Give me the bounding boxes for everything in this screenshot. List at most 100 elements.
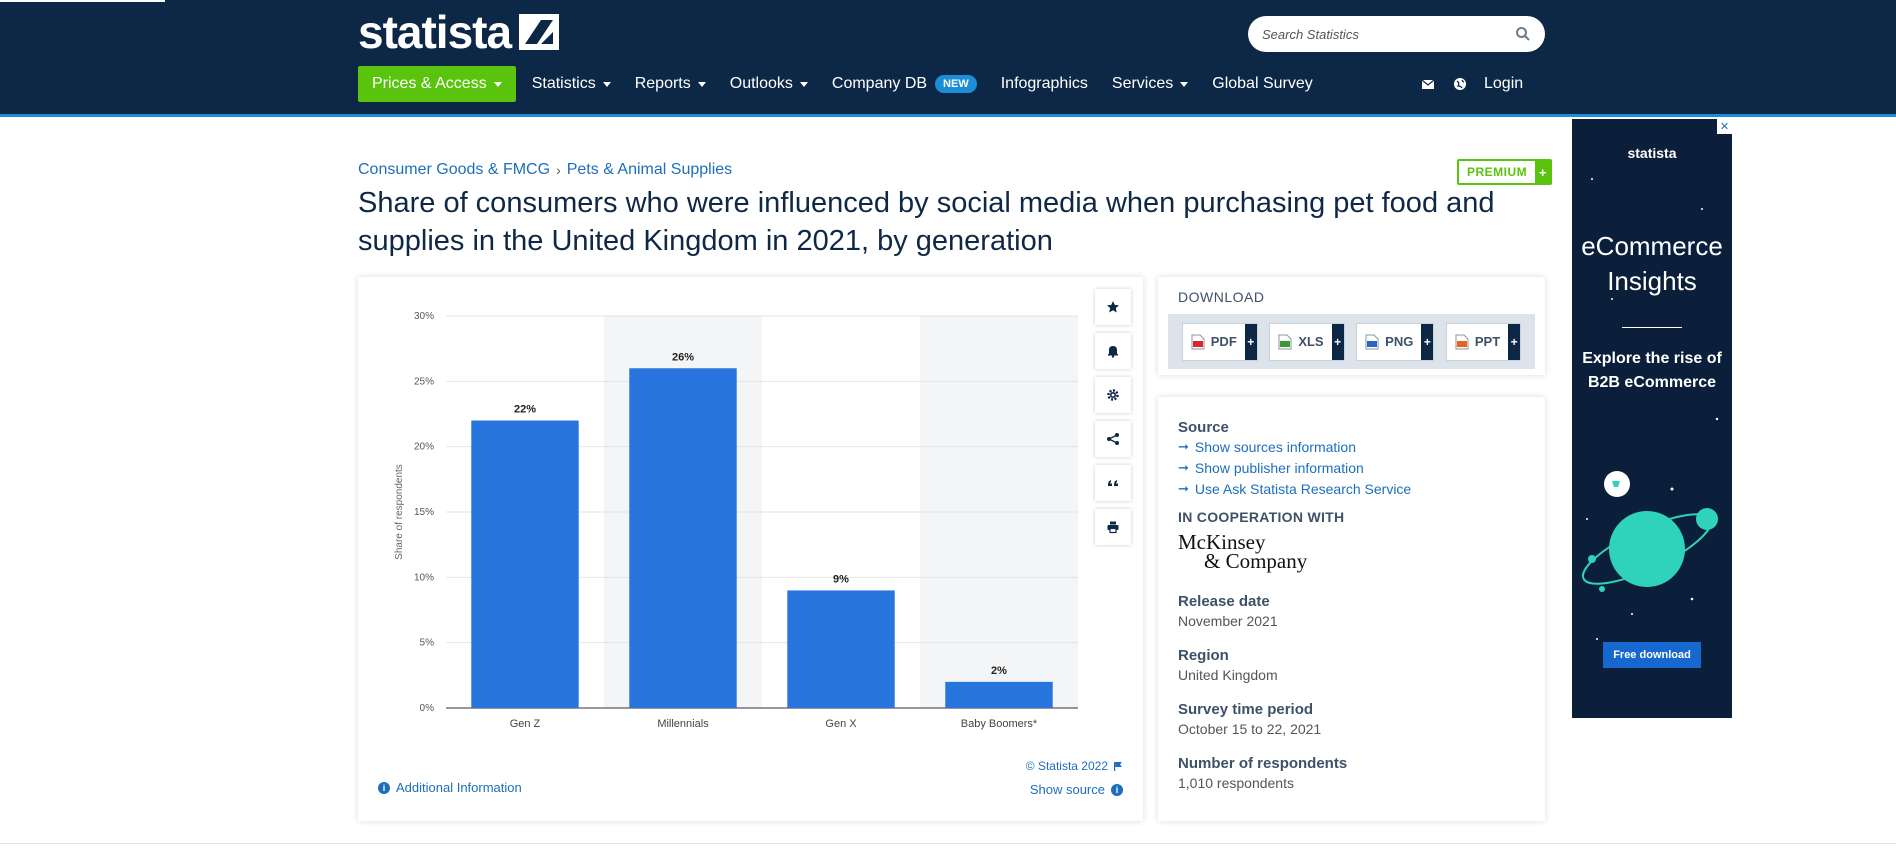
star-icon	[1107, 301, 1119, 313]
quote-icon	[1108, 480, 1118, 486]
premium-badge[interactable]: PREMIUM +	[1457, 159, 1553, 185]
xls-file-icon	[1278, 334, 1292, 349]
bar-millennials	[629, 368, 737, 708]
search-input[interactable]	[1262, 26, 1515, 42]
respondents-value: 1,010 respondents	[1178, 775, 1294, 791]
additional-information-link[interactable]: i Additional Information	[378, 780, 522, 795]
info-icon: i	[1111, 783, 1123, 796]
premium-label: PREMIUM	[1467, 165, 1528, 179]
nav-item-label: Company DB	[831, 75, 928, 92]
statistic-info-card: Source ➞ Show sources information ➞ Show p…	[1158, 397, 1545, 821]
advertisement-banner[interactable]: ✕ statista eCommerce Insights Explore th…	[1572, 119, 1732, 718]
share-icon	[1107, 433, 1119, 445]
search-box[interactable]	[1248, 16, 1545, 52]
nav-item-outlooks[interactable]: Outlooks	[718, 66, 820, 102]
bar-gen-x	[787, 590, 895, 708]
ad-close-icon[interactable]: ✕	[1717, 119, 1732, 134]
nav-item-label: Statistics	[531, 75, 596, 92]
download-pdf-button[interactable]: PDF +	[1181, 322, 1258, 361]
print-button[interactable]	[1095, 509, 1131, 545]
nav-item-prices-access[interactable]: Prices & Access	[358, 66, 516, 102]
share-button[interactable]	[1095, 421, 1131, 457]
respondents-label: Number of respondents	[1178, 755, 1348, 772]
region-label: Region	[1178, 647, 1229, 664]
notification-button[interactable]	[1095, 333, 1131, 369]
copyright-text: © Statista 2022	[1025, 759, 1108, 773]
download-label-wrap: PNG	[1357, 324, 1421, 360]
y-tick-label: 25%	[414, 376, 434, 387]
logo-text: statista	[358, 6, 512, 58]
nav-item-label: Global Survey	[1212, 75, 1313, 92]
source-heading: Source	[1178, 419, 1229, 436]
ad-headline-line-1: eCommerce	[1581, 231, 1723, 261]
y-axis-label: Share of respondents	[394, 464, 405, 560]
show-publisher-link[interactable]: ➞ Show publisher information	[1178, 460, 1508, 476]
info-icon: i	[378, 781, 390, 794]
ad-background-art	[1581, 178, 1719, 640]
plus-icon: +	[1421, 323, 1434, 360]
favorite-button[interactable]	[1095, 289, 1131, 325]
statista-logo-icon	[519, 14, 560, 50]
pdf-file-icon	[1191, 334, 1205, 349]
y-tick-label: 0%	[420, 703, 435, 714]
top-navbar: statista Prices & Access Statistics Report…	[0, 0, 1896, 117]
x-tick-label: Baby Boomers*	[961, 718, 1038, 730]
download-card: DOWNLOAD PDF + XLS + PNG + PPT +	[1158, 277, 1545, 375]
ask-statista-link[interactable]: ➞ Use Ask Statista Research Service	[1178, 481, 1508, 497]
show-source-link[interactable]: Show source i	[1030, 782, 1123, 797]
footer-divider	[0, 843, 1896, 844]
download-ppt-button[interactable]: PPT +	[1445, 322, 1522, 361]
globe-icon[interactable]	[1452, 76, 1468, 92]
print-icon	[1107, 521, 1119, 534]
login-link[interactable]: Login	[1484, 75, 1523, 93]
ad-headline-line-2: Insights	[1607, 266, 1697, 296]
download-png-button[interactable]: PNG +	[1356, 322, 1435, 361]
release-date-label: Release date	[1178, 593, 1270, 610]
show-sources-label: Show sources information	[1194, 439, 1356, 455]
download-title: DOWNLOAD	[1178, 289, 1265, 305]
statista-logo[interactable]: statista	[358, 6, 560, 58]
release-date-value: November 2021	[1178, 613, 1278, 629]
cite-button[interactable]	[1095, 465, 1131, 501]
chevron-down-icon	[1180, 81, 1189, 87]
page-title: Share of consumers who were influenced b…	[358, 187, 1495, 257]
nav-item-statistics[interactable]: Statistics	[520, 66, 623, 102]
bar-data-label: 22%	[514, 404, 536, 416]
download-xls-button[interactable]: XLS +	[1269, 322, 1345, 361]
nav-item-reports[interactable]: Reports	[623, 66, 718, 102]
search-icon[interactable]	[1515, 26, 1531, 42]
nav-item-company-db[interactable]: Company DB NEW	[820, 66, 989, 102]
breadcrumb-item-pets[interactable]: Pets & Animal Supplies	[567, 161, 732, 179]
cooperation-heading: IN COOPERATION WITH	[1178, 509, 1345, 525]
download-buttons: PDF + XLS + PNG + PPT +	[1168, 314, 1535, 369]
settings-button[interactable]	[1095, 377, 1131, 413]
arrow-right-icon: ➞	[1178, 481, 1189, 496]
nav-item-infographics[interactable]: Infographics	[989, 66, 1100, 102]
chevron-down-icon	[493, 81, 502, 87]
top-strip	[0, 0, 165, 2]
nav-item-label: Outlooks	[729, 75, 793, 92]
mail-icon[interactable]	[1420, 76, 1436, 92]
survey-period-label: Survey time period	[1178, 701, 1314, 718]
ad-logo: statista	[1627, 145, 1677, 161]
chevron-down-icon	[602, 81, 611, 87]
breadcrumb-item-consumer-goods[interactable]: Consumer Goods & FMCG	[358, 161, 550, 179]
show-source-label: Show source	[1029, 782, 1105, 797]
show-sources-link[interactable]: ➞ Show sources information	[1178, 439, 1508, 455]
download-label-wrap: PDF	[1183, 324, 1245, 360]
ad-sub-line-1: Explore the rise of	[1582, 350, 1722, 367]
nav-item-services[interactable]: Services	[1100, 66, 1200, 102]
statista-copyright[interactable]: © Statista 2022	[1026, 759, 1123, 773]
flag-icon	[1114, 761, 1122, 771]
y-tick-label: 15%	[414, 507, 434, 518]
chart-card: 0% 5% 10% 15% 20% 25% 30% Share of respondents 2…	[358, 277, 1143, 821]
bar-data-label: 26%	[672, 351, 694, 363]
ad-headline: eCommerce Insights	[1572, 229, 1732, 299]
bar-gen-z	[471, 420, 579, 708]
main-nav: Prices & Access Statistics Reports Outlooks…	[358, 66, 1325, 102]
mckinsey-logo-line-2: & Company	[1204, 549, 1308, 573]
additional-information-label: Additional Information	[396, 780, 522, 795]
nav-item-label: Prices & Access	[372, 75, 487, 92]
ad-free-download-button[interactable]: Free download	[1603, 642, 1701, 668]
nav-item-global-survey[interactable]: Global Survey	[1200, 66, 1325, 102]
